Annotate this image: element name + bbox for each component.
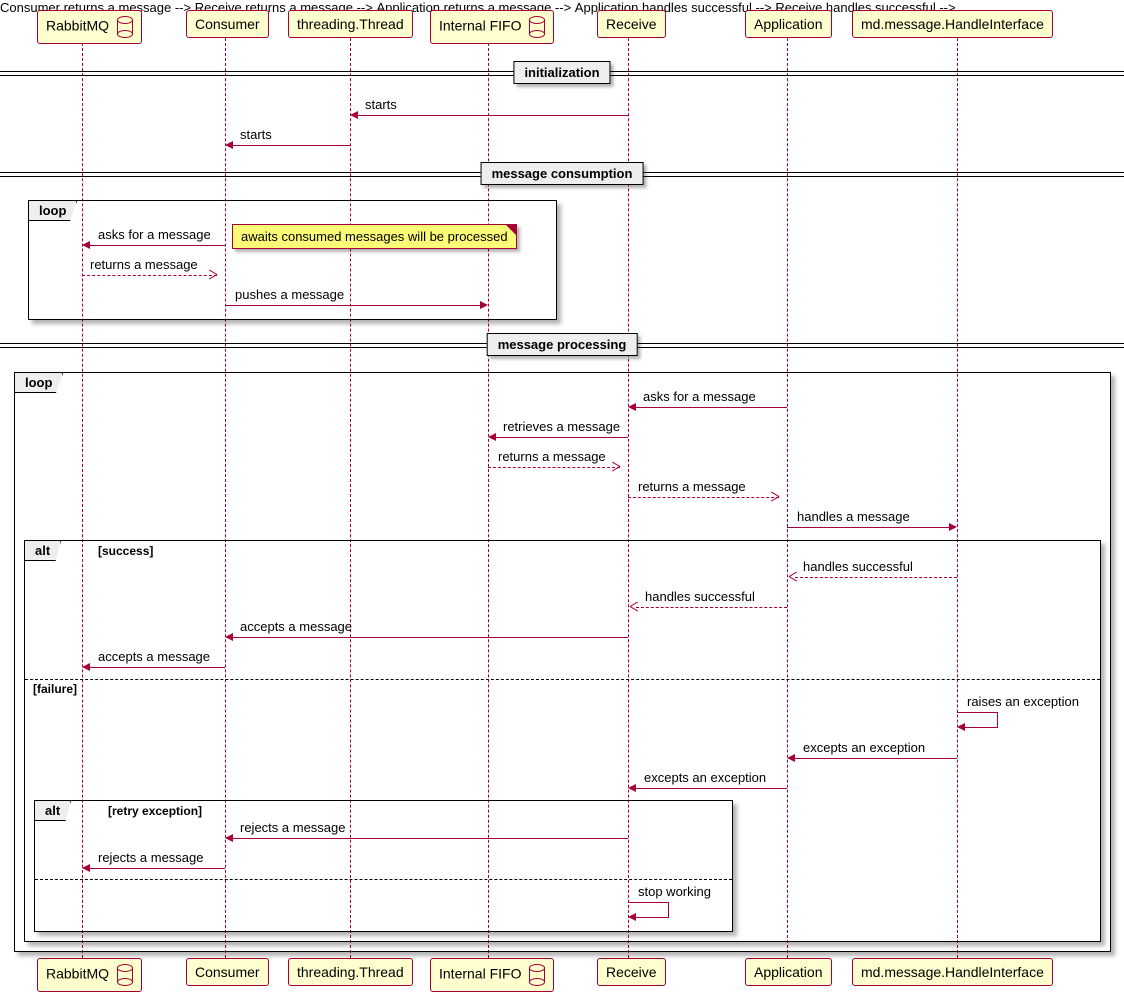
participant-consumer: Consumer (186, 10, 269, 38)
participant-thread-bottom: threading.Thread (288, 958, 413, 986)
arrow-label: handles a message (797, 509, 910, 524)
arrow-label: accepts a message (98, 649, 210, 664)
arrow-label: returns a message (498, 449, 606, 464)
arrow-label: accepts a message (240, 619, 352, 634)
arrow-label: stop working (638, 884, 711, 899)
divider-label: initialization (524, 65, 599, 80)
arrow-label: asks for a message (98, 227, 211, 242)
participant-label: Consumer (195, 964, 260, 980)
participant-handler: md.message.HandleInterface (852, 10, 1053, 38)
fragment-label: loop (25, 375, 52, 390)
participant-fifo: Internal FIFO (430, 10, 554, 44)
participant-receive: Receive (597, 10, 666, 38)
arrow-label: starts (365, 97, 397, 112)
arrow-label: handles successful (645, 589, 755, 604)
arrow-label: pushes a message (235, 287, 344, 302)
participant-label: RabbitMQ (46, 18, 109, 34)
note-awaits: awaits consumed messages will be process… (232, 224, 517, 249)
participant-thread: threading.Thread (288, 10, 413, 38)
participant-label: Receive (606, 964, 657, 980)
fragment-guard: [failure] (33, 682, 77, 696)
fragment-label: alt (35, 543, 50, 558)
participant-label: Application (754, 16, 823, 32)
fragment-guard: [retry exception] (108, 804, 202, 818)
participant-fifo-bottom: Internal FIFO (430, 958, 554, 992)
arrow-label: rejects a message (240, 820, 346, 835)
arrow-label: retrieves a message (503, 419, 620, 434)
participant-label: RabbitMQ (46, 966, 109, 982)
participant-receive-bottom: Receive (597, 958, 666, 986)
participant-label: Internal FIFO (439, 966, 521, 982)
participant-rabbitmq-bottom: RabbitMQ (37, 958, 142, 992)
arrow-label: rejects a message (98, 850, 204, 865)
arrow-label: excepts an exception (803, 740, 925, 755)
arrow-label: returns a message (638, 479, 746, 494)
arrow-label: asks for a message (643, 389, 756, 404)
participant-label: threading.Thread (297, 964, 404, 980)
participant-consumer-bottom: Consumer (186, 958, 269, 986)
divider-label: message processing (498, 337, 627, 352)
fragment-label: alt (45, 803, 60, 818)
fragment-label: loop (39, 203, 66, 218)
participant-handler-bottom: md.message.HandleInterface (852, 958, 1053, 986)
participant-label: Internal FIFO (439, 18, 521, 34)
participant-rabbitmq: RabbitMQ (37, 10, 142, 44)
participant-label: md.message.HandleInterface (861, 964, 1044, 980)
arrow-label: excepts an exception (644, 770, 766, 785)
fragment-guard: [success] (98, 544, 153, 558)
divider-label: message consumption (492, 166, 633, 181)
participant-application-bottom: Application (745, 958, 832, 986)
arrow-label: raises an exception (967, 694, 1079, 709)
participant-application: Application (745, 10, 832, 38)
note-text: awaits consumed messages will be process… (241, 229, 508, 244)
arrow-label: handles successful (803, 559, 913, 574)
arrow-label: returns a message (90, 257, 198, 272)
participant-label: Consumer (195, 16, 260, 32)
participant-label: Receive (606, 16, 657, 32)
participant-label: md.message.HandleInterface (861, 16, 1044, 32)
sequence-diagram: RabbitMQ Consumer threading.Thread Inter… (0, 0, 1124, 997)
participant-label: Application (754, 964, 823, 980)
participant-label: threading.Thread (297, 16, 404, 32)
arrow-label: starts (240, 127, 272, 142)
